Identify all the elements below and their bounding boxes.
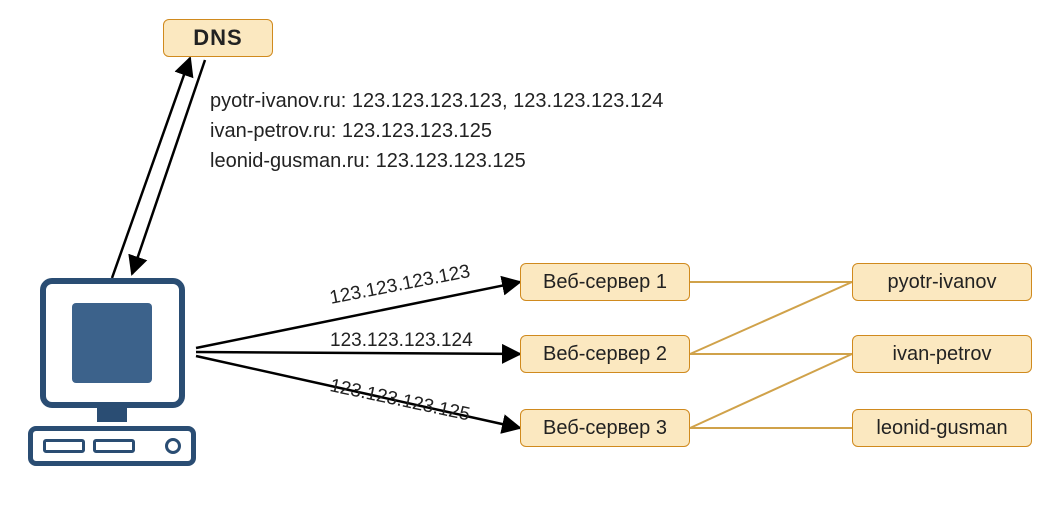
dns-record: leonid-gusman.ru: 123.123.123.125 <box>210 146 663 176</box>
site-3-node: leonid-gusman <box>852 409 1032 447</box>
drive-slot-icon <box>43 439 85 453</box>
site-1-node: pyotr-ivanov <box>852 263 1032 301</box>
dns-label: DNS <box>193 25 242 51</box>
system-unit-icon <box>28 426 196 466</box>
site-1-label: pyotr-ivanov <box>888 271 997 294</box>
server-3-label: Веб-сервер 3 <box>543 417 667 440</box>
diagram-canvas: DNS pyotr-ivanov.ru: 123.123.123.123, 12… <box>0 0 1053 505</box>
monitor-icon <box>40 278 185 408</box>
site-2-label: ivan-petrov <box>893 343 992 366</box>
server-1-node: Веб-сервер 1 <box>520 263 690 301</box>
screen-icon <box>72 303 152 383</box>
server-1-label: Веб-сервер 1 <box>543 271 667 294</box>
server-3-node: Веб-сервер 3 <box>520 409 690 447</box>
dns-node: DNS <box>163 19 273 57</box>
site-2-node: ivan-petrov <box>852 335 1032 373</box>
dns-record: pyotr-ivanov.ru: 123.123.123.123, 123.12… <box>210 86 663 116</box>
dns-record: ivan-petrov.ru: 123.123.123.125 <box>210 116 663 146</box>
monitor-stand-icon <box>97 408 127 422</box>
power-button-icon <box>165 438 181 454</box>
ip-label-2: 123.123.123.124 <box>330 330 473 352</box>
server-2-label: Веб-сервер 2 <box>543 343 667 366</box>
ip-label-3: 123.123.123.125 <box>328 375 472 426</box>
drive-slot-icon <box>93 439 135 453</box>
server-2-node: Веб-сервер 2 <box>520 335 690 373</box>
site-3-label: leonid-gusman <box>876 417 1007 440</box>
dns-records: pyotr-ivanov.ru: 123.123.123.123, 123.12… <box>210 86 663 176</box>
ip-label-1: 123.123.123.123 <box>328 261 472 310</box>
client-computer-icon <box>28 278 196 466</box>
